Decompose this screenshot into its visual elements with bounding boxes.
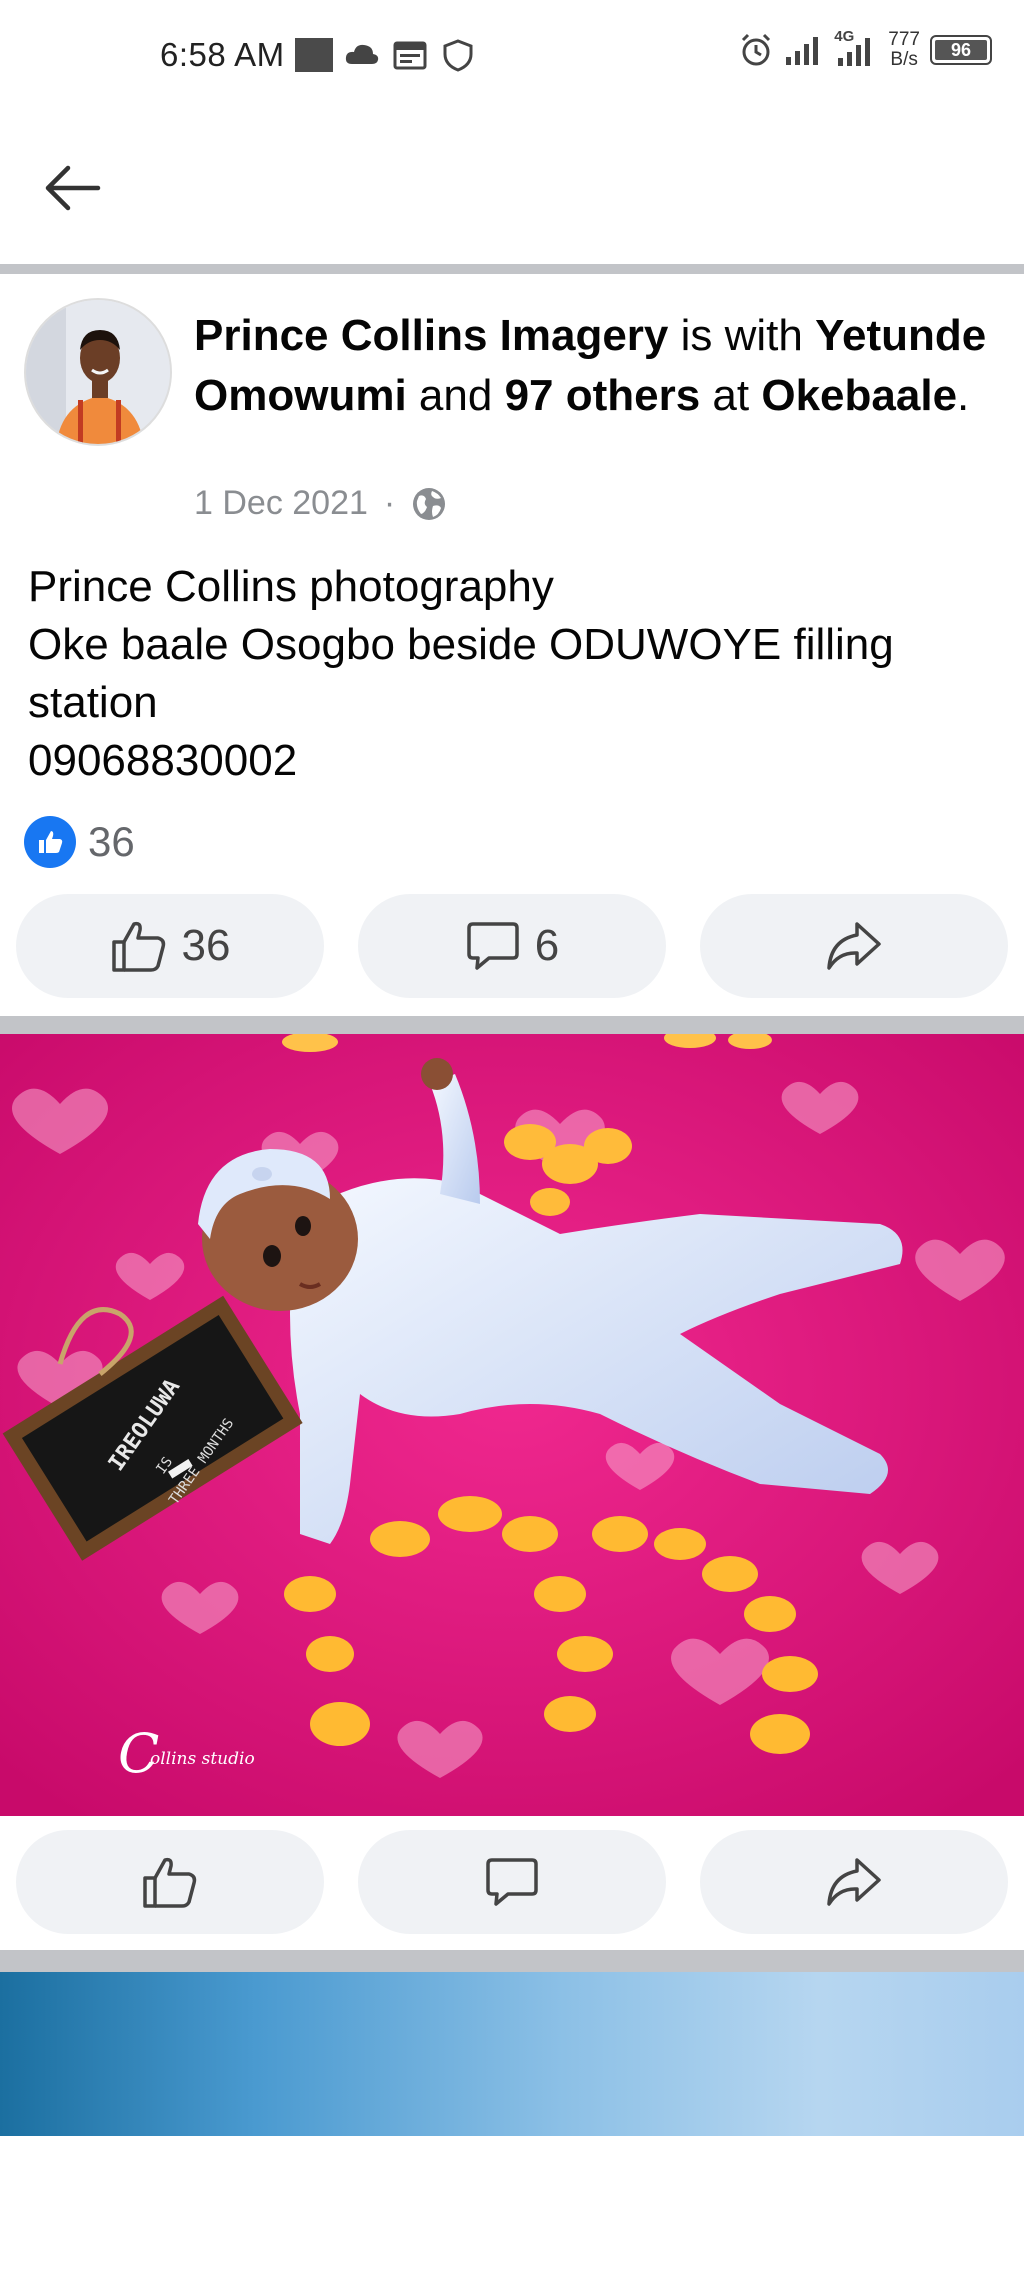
post-date[interactable]: 1 Dec 2021	[194, 484, 368, 523]
signal-icon	[786, 37, 819, 65]
status-bar: 6:58 AM 4G 777 B/s 96	[0, 0, 1024, 116]
post-text-line: 09068830002	[28, 736, 298, 785]
share-icon	[827, 1858, 881, 1906]
and-text: and	[406, 371, 505, 420]
status-right: 4G 777 B/s 96	[738, 28, 992, 70]
post-text-line: station	[28, 678, 158, 727]
status-left: 6:58 AM	[160, 36, 477, 74]
period: .	[957, 371, 970, 420]
post-body: Prince Collins photography Oke baale Oso…	[28, 558, 1008, 790]
like-button[interactable]: 36	[16, 894, 324, 998]
like-icon	[143, 1857, 197, 1908]
back-arrow-icon	[45, 165, 101, 211]
baby-photo-illustration: IREOLUWA IS THREE MONTHS C ollins studio	[0, 1034, 1024, 1816]
like-icon	[111, 921, 165, 972]
watermark-text: ollins studio	[150, 1749, 255, 1769]
post-author-line: Prince Collins Imagery is with Yetunde O…	[194, 306, 994, 426]
is-with-text: is with	[668, 311, 816, 360]
section-divider	[0, 1016, 1024, 1034]
post-actions: 36 6	[16, 894, 1008, 998]
comment-button[interactable]: 6	[358, 894, 666, 998]
notification-square-icon	[294, 38, 333, 72]
share-icon	[827, 922, 881, 970]
comment-icon	[486, 1858, 538, 1906]
next-post-photo[interactable]	[0, 1972, 1024, 2136]
post-photo[interactable]: IREOLUWA IS THREE MONTHS C ollins studio	[0, 1034, 1024, 1816]
avatar-illustration	[26, 300, 170, 444]
shield-icon	[443, 39, 473, 72]
header-divider	[0, 264, 1024, 274]
reaction-summary[interactable]: 36	[24, 816, 135, 868]
battery-level: 96	[950, 39, 972, 60]
author-avatar[interactable]	[24, 298, 172, 446]
battery-indicator: 96	[930, 35, 992, 65]
post-text-line: Prince Collins photography	[28, 562, 554, 611]
comment-count: 6	[534, 921, 560, 970]
photo-actions	[16, 1830, 1008, 1934]
calendar-icon	[393, 41, 427, 70]
section-divider	[0, 1950, 1024, 1972]
tagged-others[interactable]: 97 others	[505, 371, 701, 420]
reaction-count: 36	[88, 818, 135, 865]
signal-4g-icon	[838, 38, 871, 66]
like-reaction-icon	[24, 816, 76, 868]
thumbs-up-icon	[39, 831, 63, 853]
photo-share-button[interactable]	[700, 1830, 1008, 1934]
signal-4g: 4G	[834, 28, 878, 68]
at-text: at	[700, 371, 762, 420]
meta-separator: ·	[383, 484, 396, 522]
alarm-icon	[742, 33, 771, 66]
post-meta: 1 Dec 2021 ·	[194, 484, 447, 523]
post-text-line: Oke baale Osogbo beside ODUWOYE filling	[28, 620, 894, 669]
photo-like-button[interactable]	[16, 1830, 324, 1934]
author-name[interactable]: Prince Collins Imagery	[194, 311, 668, 360]
photo-comment-button[interactable]	[358, 1830, 666, 1934]
comment-icon	[467, 922, 519, 970]
speed-unit: B/s	[890, 49, 918, 70]
cloud-icon	[345, 44, 378, 64]
globe-icon	[413, 487, 446, 520]
network-speed: 777 B/s	[888, 30, 920, 70]
share-button[interactable]	[700, 894, 1008, 998]
status-time: 6:58 AM	[160, 36, 285, 73]
location-name[interactable]: Okebaale	[761, 371, 957, 420]
back-button[interactable]	[38, 158, 108, 218]
like-count: 36	[181, 921, 231, 970]
speed-value: 777	[888, 29, 920, 50]
